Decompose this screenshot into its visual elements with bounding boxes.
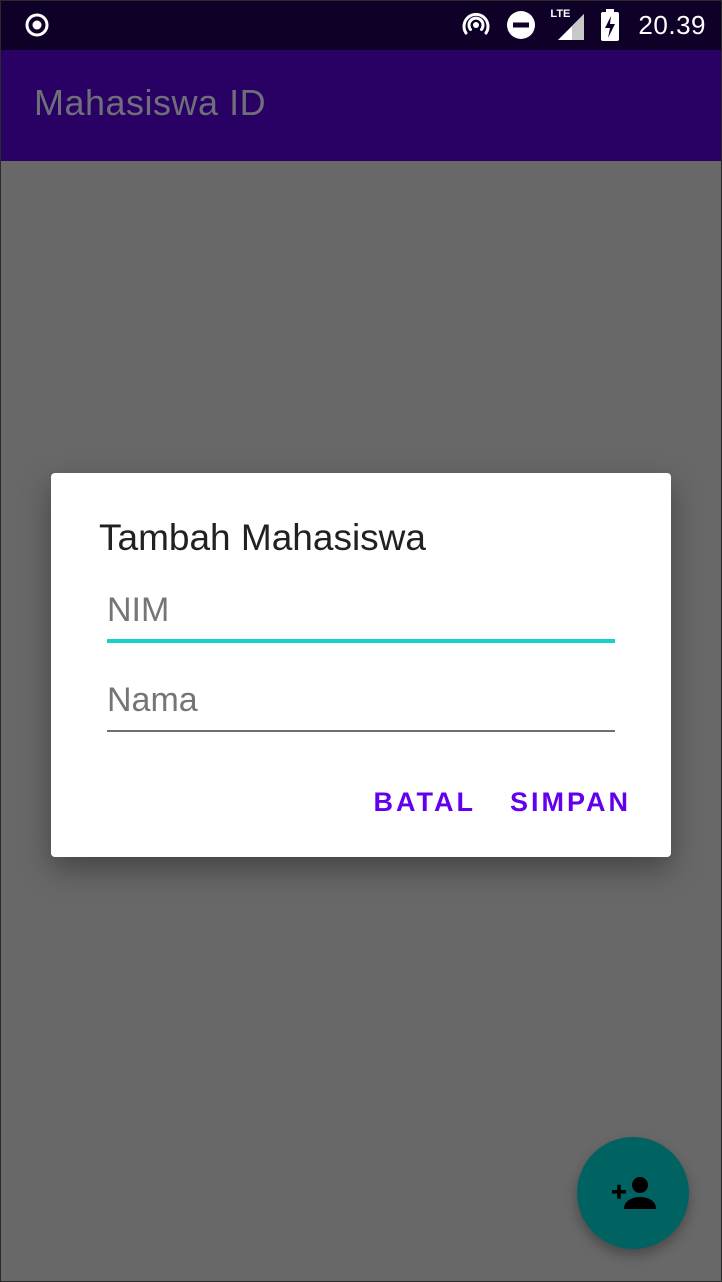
add-student-dialog: Tambah Mahasiswa BATAL SIMPAN — [51, 473, 671, 857]
nim-field[interactable] — [107, 587, 615, 643]
save-button[interactable]: SIMPAN — [510, 787, 631, 818]
app-bar: Mahasiswa ID — [0, 50, 722, 161]
nama-underline — [107, 730, 615, 732]
hotspot-icon — [460, 9, 492, 41]
battery-charging-icon — [600, 8, 620, 42]
status-clock: 20.39 — [638, 9, 706, 40]
status-bar: LTE 20.39 — [0, 0, 722, 50]
add-person-icon — [609, 1175, 657, 1211]
dialog-title: Tambah Mahasiswa — [99, 517, 426, 558]
record-icon — [24, 12, 50, 38]
add-student-fab[interactable] — [577, 1137, 689, 1249]
nim-input[interactable] — [107, 587, 615, 633]
nama-field[interactable] — [107, 677, 615, 732]
signal-icon: LTE — [550, 8, 586, 42]
app-title: Mahasiswa ID — [34, 81, 267, 123]
cancel-button[interactable]: BATAL — [374, 787, 476, 818]
nim-underline — [107, 639, 615, 643]
dnd-icon — [506, 10, 536, 40]
dialog-actions: BATAL SIMPAN — [374, 787, 632, 818]
nama-input[interactable] — [107, 677, 615, 723]
